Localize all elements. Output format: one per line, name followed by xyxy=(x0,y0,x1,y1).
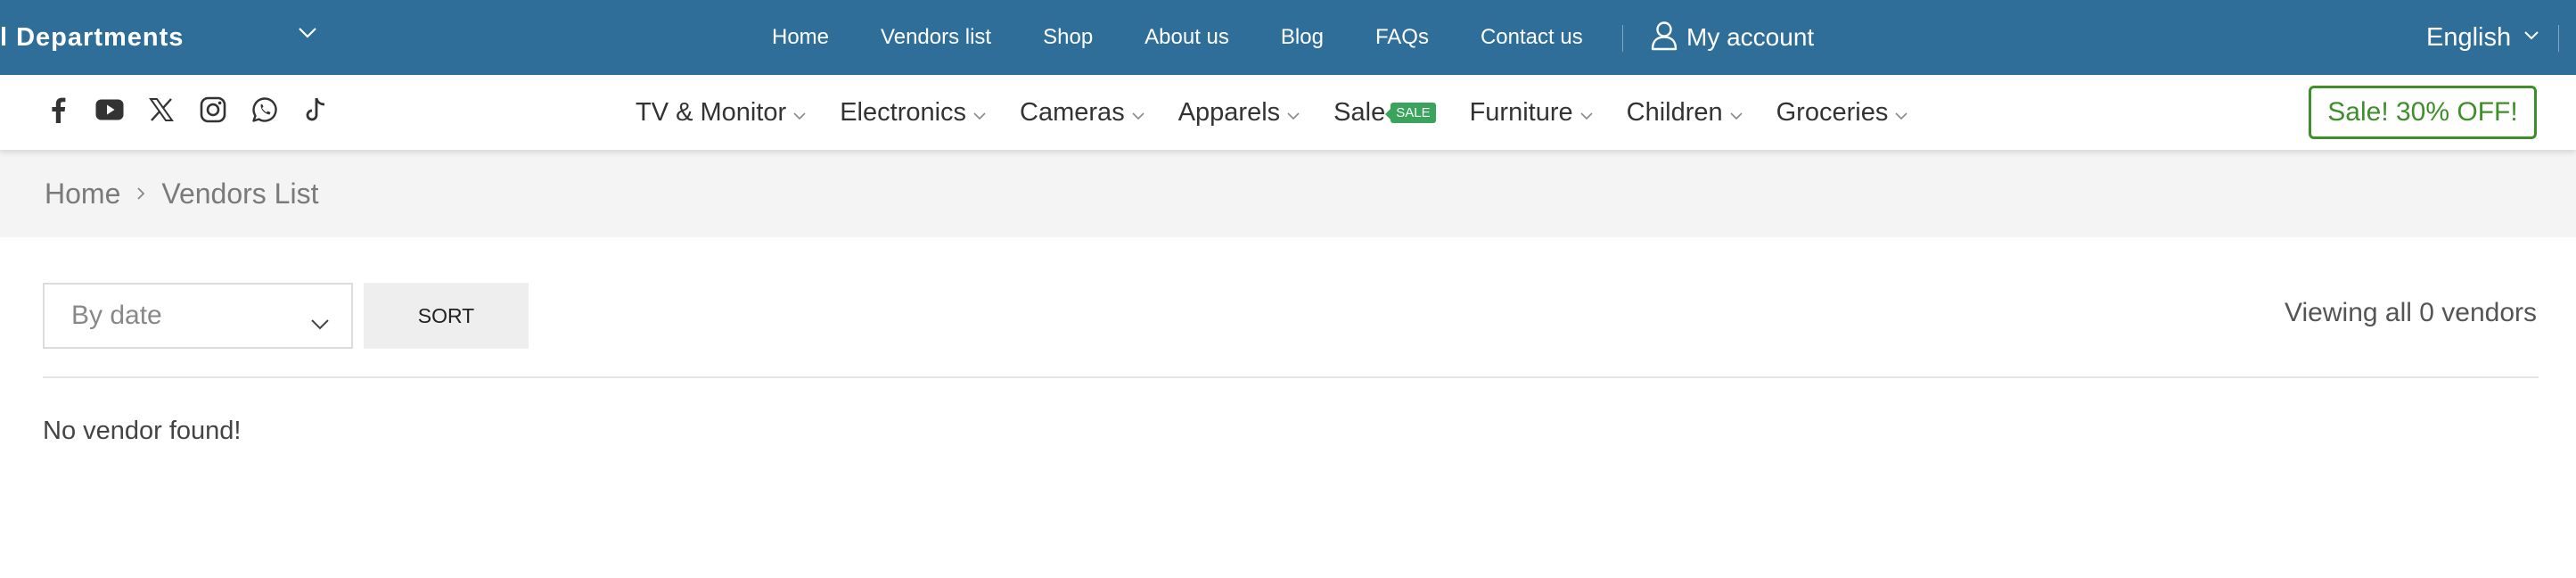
top-link-about-us[interactable]: About us xyxy=(1144,25,1229,50)
chevron-down-icon xyxy=(1895,98,1907,128)
breadcrumb-home[interactable]: Home xyxy=(45,178,120,211)
chevron-down-icon xyxy=(298,27,317,44)
chevron-down-icon xyxy=(973,98,986,128)
top-link-contact-us[interactable]: Contact us xyxy=(1481,25,1583,50)
category-sale[interactable]: Sale SALE xyxy=(1333,97,1436,128)
sort-select[interactable]: By date xyxy=(43,283,353,349)
chevron-right-icon xyxy=(136,186,145,201)
category-label: Apparels xyxy=(1177,97,1281,127)
sort-button[interactable]: SORT xyxy=(364,283,529,349)
top-link-blog[interactable]: Blog xyxy=(1281,25,1324,50)
top-link-home[interactable]: Home xyxy=(772,25,829,50)
sale-badge: SALE xyxy=(1385,102,1436,123)
category-groceries[interactable]: Groceries xyxy=(1776,98,1908,128)
top-link-shop[interactable]: Shop xyxy=(1043,25,1093,50)
category-label: Cameras xyxy=(1020,97,1125,127)
category-label: Electronics xyxy=(840,97,967,127)
category-label: Groceries xyxy=(1776,97,1889,127)
result-count: Viewing all 0 vendors xyxy=(2285,298,2537,327)
breadcrumb-bar: Home Vendors List xyxy=(0,150,2576,237)
chevron-down-icon xyxy=(1132,98,1144,128)
category-children[interactable]: Children xyxy=(1627,98,1743,128)
facebook-icon[interactable] xyxy=(43,95,73,125)
whatsapp-icon[interactable] xyxy=(250,95,280,125)
x-twitter-icon[interactable] xyxy=(146,95,176,125)
divider xyxy=(2558,25,2559,52)
my-account-link[interactable]: My account xyxy=(1651,0,1814,75)
top-link-vendors-list[interactable]: Vendors list xyxy=(881,25,991,50)
chevron-down-icon xyxy=(2523,29,2539,45)
user-icon xyxy=(1651,21,1678,55)
instagram-icon[interactable] xyxy=(198,95,228,125)
top-links: Home Vendors list Shop About us Blog FAQ… xyxy=(772,0,1583,75)
category-apparels[interactable]: Apparels xyxy=(1178,98,1300,128)
departments-label: l Departments xyxy=(0,22,185,52)
category-furniture[interactable]: Furniture xyxy=(1470,98,1593,128)
sale-promo-button[interactable]: Sale! 30% OFF! xyxy=(2309,86,2537,139)
language-selector[interactable]: English xyxy=(2426,0,2539,75)
category-menu: TV & Monitor Electronics Cameras Apparel… xyxy=(636,75,1907,150)
chevron-down-icon xyxy=(1287,98,1300,128)
tiktok-icon[interactable] xyxy=(301,95,332,125)
category-nav-bar: TV & Monitor Electronics Cameras Apparel… xyxy=(0,75,2576,150)
category-label: TV & Monitor xyxy=(636,97,787,127)
language-label: English xyxy=(2426,22,2512,52)
chevron-down-icon xyxy=(793,98,806,128)
all-departments-toggle[interactable]: l Departments xyxy=(0,0,339,75)
top-link-faqs[interactable]: FAQs xyxy=(1375,25,1429,50)
category-cameras[interactable]: Cameras xyxy=(1020,98,1144,128)
social-links xyxy=(43,95,353,125)
top-bar: l Departments Home Vendors list Shop Abo… xyxy=(0,0,2576,75)
category-electronics[interactable]: Electronics xyxy=(840,98,986,128)
category-tv-monitor[interactable]: TV & Monitor xyxy=(636,98,806,128)
chevron-down-icon xyxy=(1730,98,1743,128)
youtube-icon[interactable] xyxy=(94,95,125,125)
chevron-down-icon xyxy=(1580,98,1593,128)
category-label: Sale xyxy=(1333,97,1386,127)
my-account-label: My account xyxy=(1686,23,1815,51)
chevron-down-icon xyxy=(310,308,330,338)
divider xyxy=(1622,25,1623,52)
category-label: Furniture xyxy=(1469,97,1573,127)
empty-state-message: No vendor found! xyxy=(43,417,242,445)
category-label: Children xyxy=(1626,97,1723,127)
divider xyxy=(43,376,2539,378)
sort-selected-value: By date xyxy=(71,301,162,330)
breadcrumb-current: Vendors List xyxy=(161,177,319,210)
breadcrumb: Home Vendors List xyxy=(45,150,318,237)
